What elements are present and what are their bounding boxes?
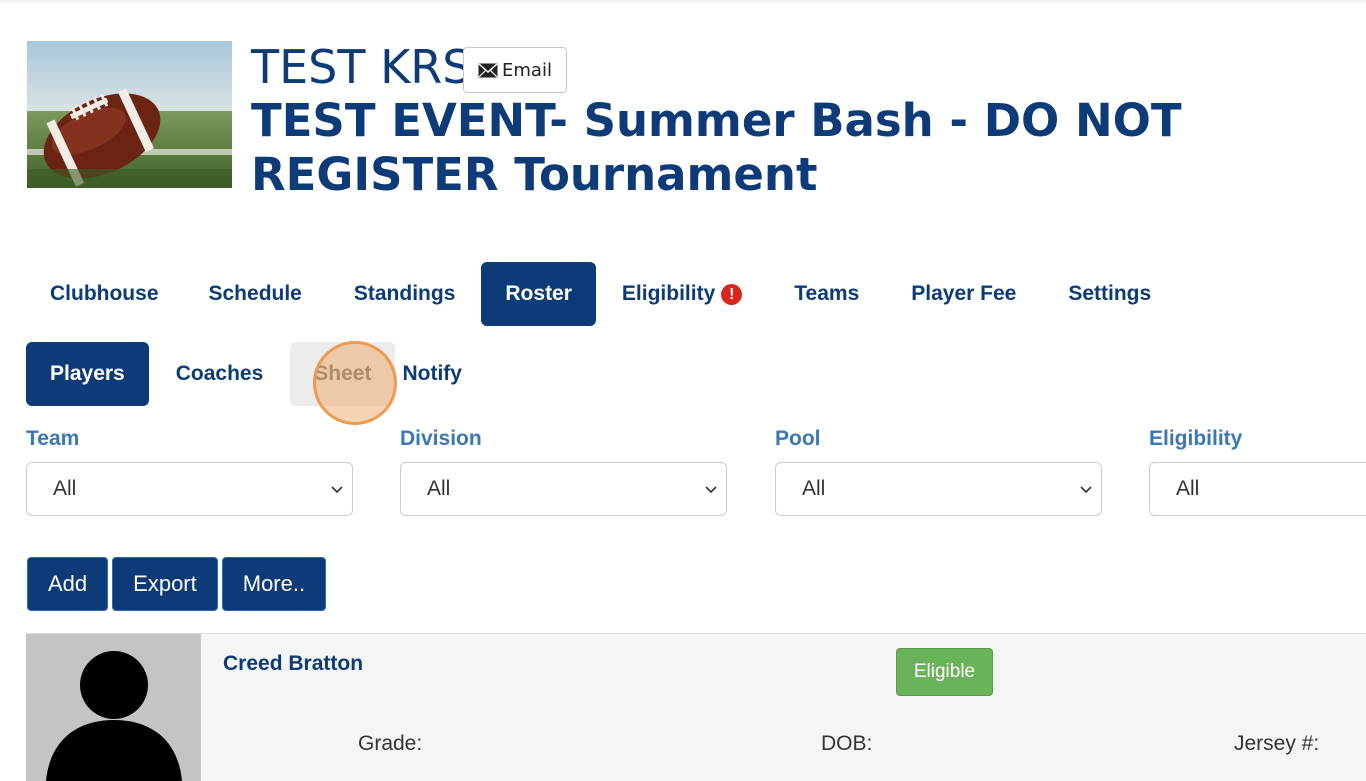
more-button[interactable]: More.. (221, 557, 327, 611)
nav-label: Roster (505, 282, 572, 305)
event-logo-image (27, 41, 232, 188)
grade-label: Grade: (358, 732, 423, 755)
click-indicator (313, 341, 397, 425)
eligibility-filter: Eligibility All (1149, 426, 1366, 516)
division-select[interactable]: All (400, 462, 727, 516)
avatar (26, 634, 201, 781)
selected-value: All (53, 477, 77, 500)
filter-label: Team (26, 427, 80, 450)
player-name-link[interactable]: Creed Bratton (223, 652, 363, 676)
chevron-down-icon (705, 486, 717, 494)
jersey-label: Jersey #: (1234, 732, 1320, 755)
nav-label: Schedule (208, 282, 302, 305)
export-button[interactable]: Export (112, 557, 218, 611)
tab-coaches[interactable]: Coaches (152, 342, 288, 406)
selected-value: All (427, 477, 451, 500)
roster-sub-navigation: Players Coaches Sheet Notify (26, 342, 466, 406)
chevron-down-icon (1080, 486, 1092, 494)
main-navigation: Clubhouse Schedule Standings Roster Elig… (26, 262, 1177, 326)
nav-label: Settings (1068, 282, 1152, 305)
roster-actions: Add Export More.. (27, 557, 327, 611)
nav-label: Eligibility (621, 282, 716, 305)
selected-value: All (802, 477, 826, 500)
nav-teams[interactable]: Teams (768, 262, 885, 326)
nav-standings[interactable]: Standings (328, 262, 482, 326)
tab-players[interactable]: Players (26, 342, 149, 406)
nav-schedule[interactable]: Schedule (183, 262, 328, 326)
person-silhouette-icon (46, 651, 182, 781)
nav-label: Teams (794, 282, 860, 305)
pool-select[interactable]: All (775, 462, 1102, 516)
nav-label: Standings (353, 282, 456, 305)
team-select[interactable]: All (26, 462, 353, 516)
eligibility-status-badge: Eligible (896, 648, 993, 696)
eligibility-select[interactable]: All (1149, 462, 1366, 516)
dob-label: DOB: (821, 732, 873, 755)
nav-roster[interactable]: Roster (481, 262, 596, 326)
filter-label: Eligibility (1149, 427, 1243, 450)
team-filter: Team All (26, 426, 353, 516)
division-filter: Division All (400, 426, 727, 516)
add-button[interactable]: Add (27, 557, 109, 611)
selected-value: All (1176, 477, 1200, 500)
nav-eligibility[interactable]: Eligibility ! (596, 262, 768, 326)
email-button[interactable]: Email (463, 47, 567, 93)
envelope-icon (478, 62, 498, 78)
filter-label: Pool (775, 427, 821, 450)
email-button-label: Email (502, 59, 552, 81)
filter-label: Division (400, 427, 482, 450)
event-title: TEST EVENT- Summer Bash - DO NOT REGISTE… (251, 94, 1182, 201)
pool-filter: Pool All (775, 426, 1102, 516)
organization-name: TEST KRS (251, 40, 472, 94)
nav-label: Player Fee (911, 282, 1017, 305)
player-card: Creed Bratton Eligible Grade: DOB: Jerse… (26, 633, 1366, 781)
chevron-down-icon (331, 486, 343, 494)
top-border (0, 0, 1366, 4)
nav-label: Clubhouse (50, 282, 159, 305)
nav-player-fee[interactable]: Player Fee (885, 262, 1042, 326)
alert-icon: ! (721, 283, 743, 305)
nav-clubhouse[interactable]: Clubhouse (26, 262, 183, 326)
tab-notify[interactable]: Notify (398, 342, 466, 406)
nav-settings[interactable]: Settings (1042, 262, 1177, 326)
